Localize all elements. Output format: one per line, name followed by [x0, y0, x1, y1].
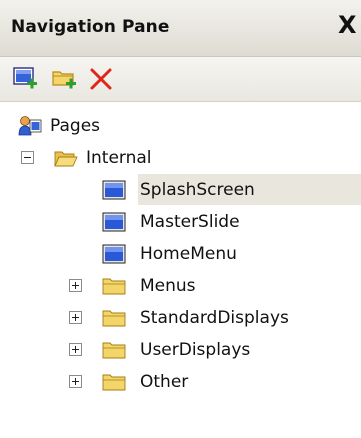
add-folder-icon — [52, 71, 76, 89]
delete-button[interactable] — [86, 65, 116, 93]
tree-item-label: MasterSlide — [140, 212, 240, 232]
add-page-icon — [13, 67, 37, 89]
title-bar: Navigation Pane X — [0, 0, 361, 57]
tree-item-page[interactable]: HomeMenu — [0, 238, 361, 270]
collapse-toggle[interactable] — [21, 151, 34, 164]
delete-icon — [90, 68, 112, 90]
page-tree: Pages Internal SplashScreen MasterSlide … — [0, 102, 361, 438]
folder-icon — [102, 374, 126, 391]
tree-item-label: Internal — [86, 148, 152, 168]
tree-item-label: SplashScreen — [140, 180, 255, 200]
page-icon — [102, 180, 126, 200]
page-icon — [102, 244, 126, 264]
add-folder-button[interactable] — [50, 65, 80, 93]
tree-item-page[interactable]: MasterSlide — [0, 206, 361, 238]
navigation-pane: Navigation Pane X Pages Internal SplashS… — [0, 0, 361, 438]
folder-icon — [102, 342, 126, 359]
tree-item-label: Pages — [50, 116, 101, 136]
tree-item-label: Menus — [140, 276, 196, 296]
expand-toggle[interactable] — [69, 279, 82, 292]
expand-toggle[interactable] — [69, 375, 82, 388]
folder-icon — [102, 310, 126, 327]
tree-item-folder[interactable]: Other — [0, 366, 361, 398]
tree-item-folder[interactable]: UserDisplays — [0, 334, 361, 366]
tree-item-internal[interactable]: Internal — [0, 142, 361, 174]
page-icon — [102, 212, 126, 232]
tree-item-label: StandardDisplays — [140, 308, 289, 328]
pages-icon — [18, 116, 42, 136]
tree-item-label: Other — [140, 372, 189, 392]
toolbar — [0, 57, 361, 102]
tree-item-page[interactable]: SplashScreen — [0, 174, 361, 206]
expand-toggle[interactable] — [69, 343, 82, 356]
tree-item-folder[interactable]: Menus — [0, 270, 361, 302]
tree-item-folder[interactable]: StandardDisplays — [0, 302, 361, 334]
expand-toggle[interactable] — [69, 311, 82, 324]
tree-item-label: HomeMenu — [140, 244, 237, 264]
folder-open-icon — [54, 151, 78, 167]
add-page-button[interactable] — [11, 65, 41, 93]
folder-icon — [102, 278, 126, 295]
tree-item-pages[interactable]: Pages — [0, 110, 361, 142]
tree-item-label: UserDisplays — [140, 340, 251, 360]
close-button[interactable]: X — [338, 13, 361, 37]
pane-title: Navigation Pane — [11, 17, 170, 37]
